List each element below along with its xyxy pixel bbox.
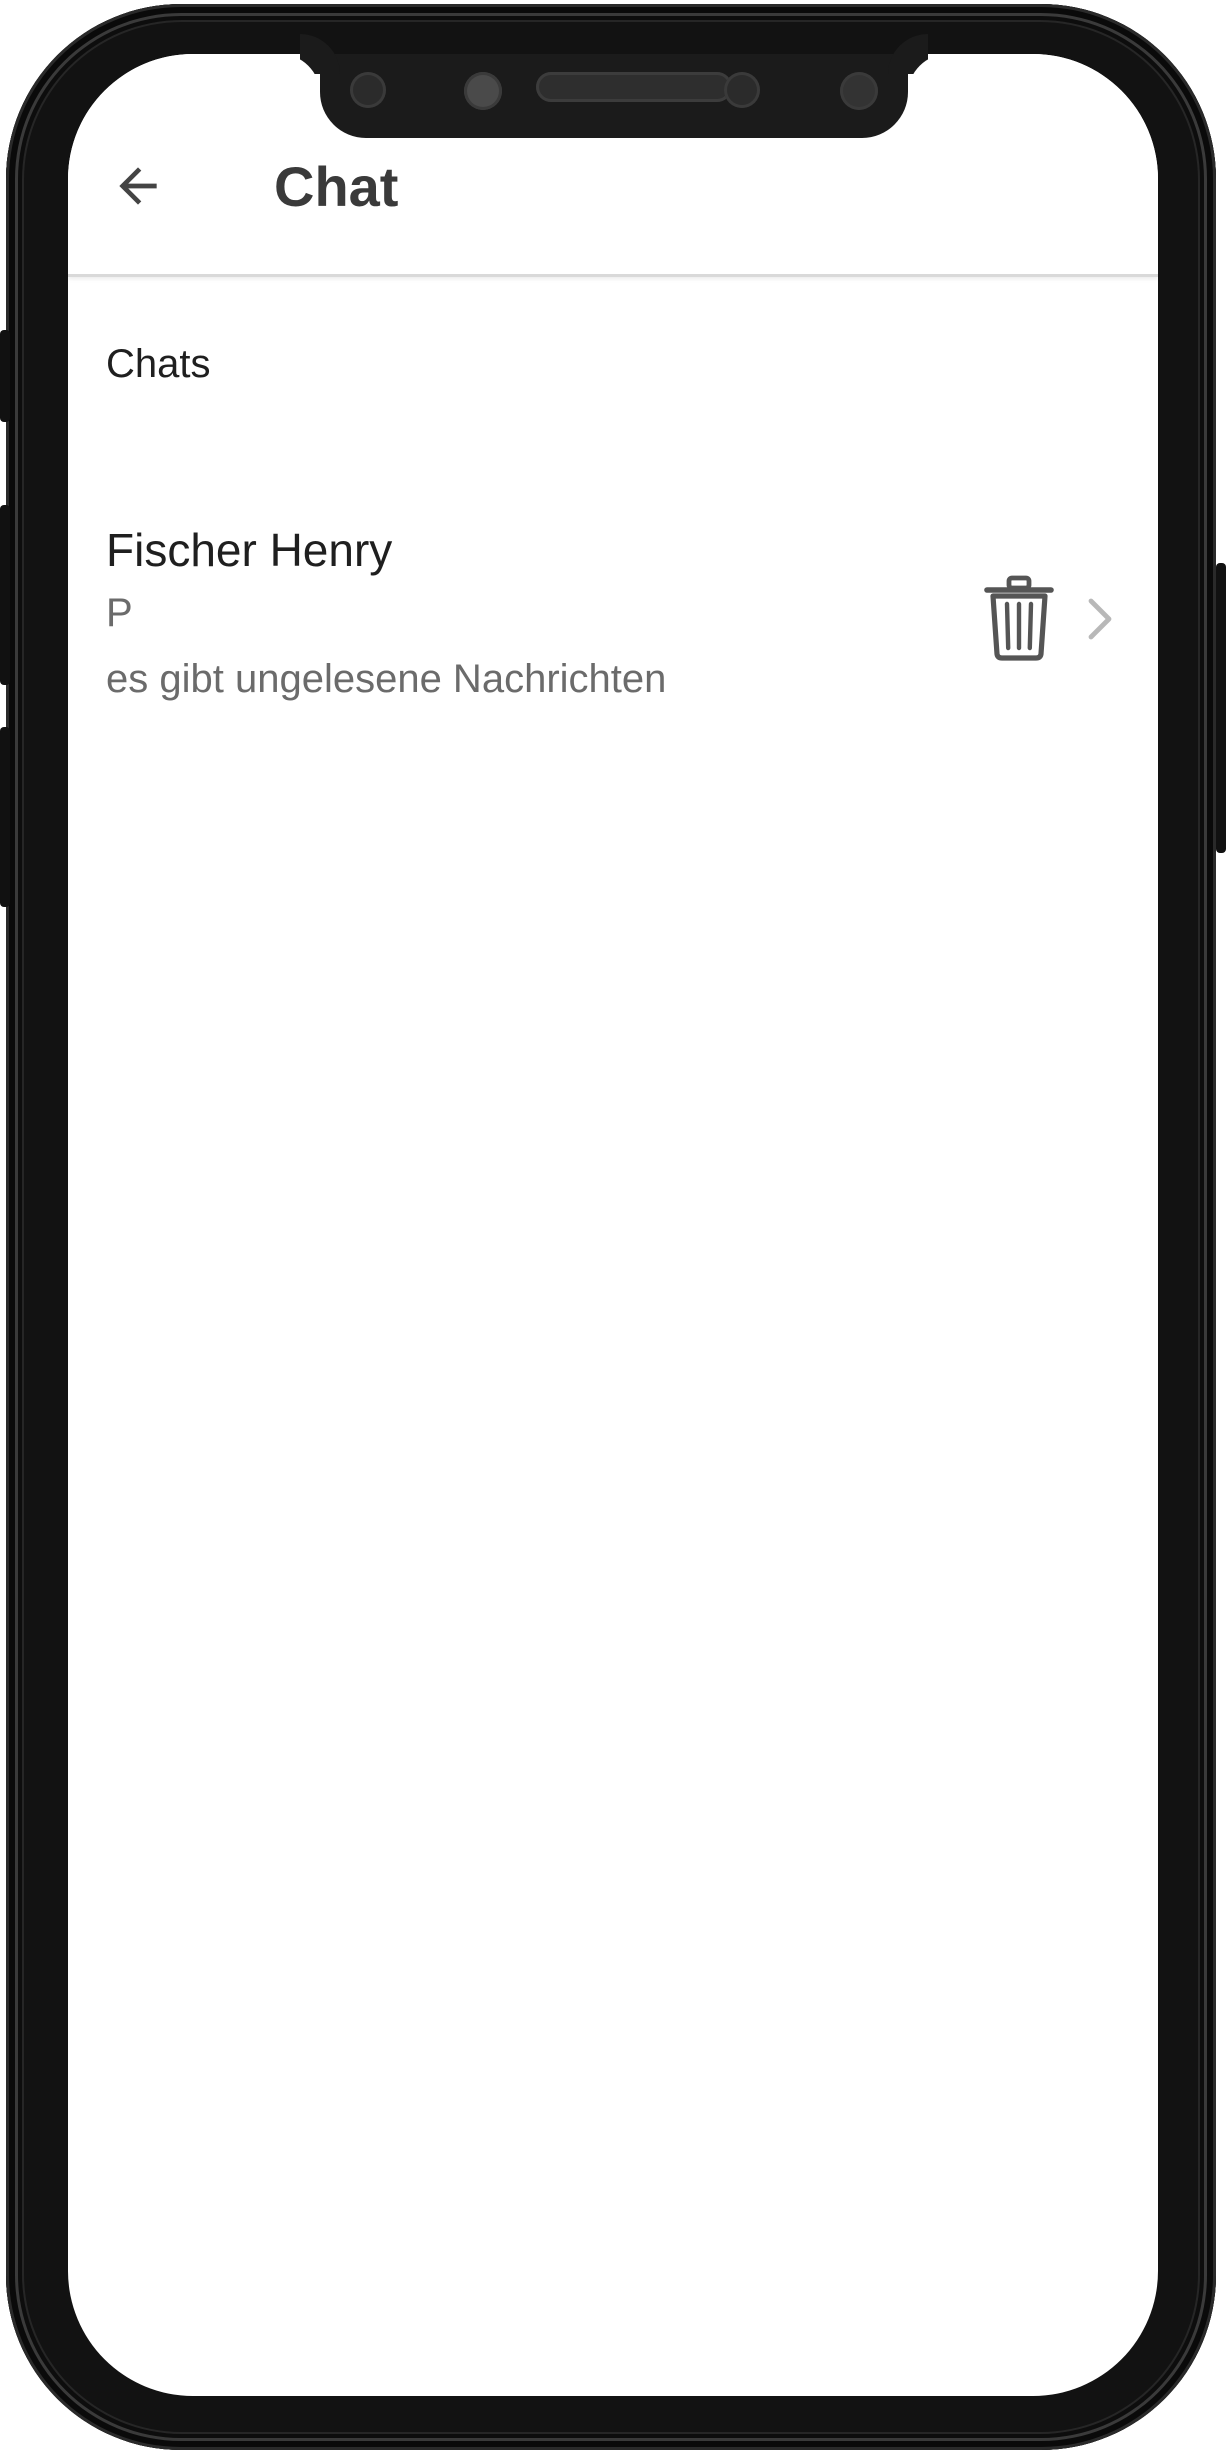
sensor-icon bbox=[464, 72, 502, 110]
phone-power-button bbox=[1216, 563, 1226, 853]
delete-chat-button[interactable] bbox=[978, 572, 1060, 664]
phone-volume-down-button bbox=[0, 727, 10, 907]
camera-icon bbox=[724, 72, 760, 108]
section-header: Chats bbox=[106, 342, 211, 386]
page-title: Chat bbox=[274, 155, 399, 218]
chat-contact-name: Fischer Henry bbox=[106, 524, 393, 576]
trash-icon bbox=[984, 575, 1054, 661]
phone-screen: Chat Chats Fischer Henry P es gibt ungel… bbox=[68, 54, 1158, 2396]
phone-side-button bbox=[0, 330, 10, 422]
back-button[interactable] bbox=[106, 154, 170, 218]
chat-unread-status: es gibt ungelesene Nachrichten bbox=[106, 657, 667, 701]
arrow-left-icon bbox=[119, 167, 157, 205]
phone-notch bbox=[320, 54, 908, 138]
chat-list-item[interactable]: Fischer Henry P es gibt ungelesene Nachr… bbox=[68, 504, 1158, 734]
phone-volume-up-button bbox=[0, 505, 10, 685]
chevron-right-icon bbox=[1082, 594, 1118, 644]
chat-subtitle: P bbox=[106, 591, 133, 635]
sensor-icon bbox=[840, 72, 878, 110]
camera-icon bbox=[350, 72, 386, 108]
speaker-grille bbox=[536, 72, 732, 102]
